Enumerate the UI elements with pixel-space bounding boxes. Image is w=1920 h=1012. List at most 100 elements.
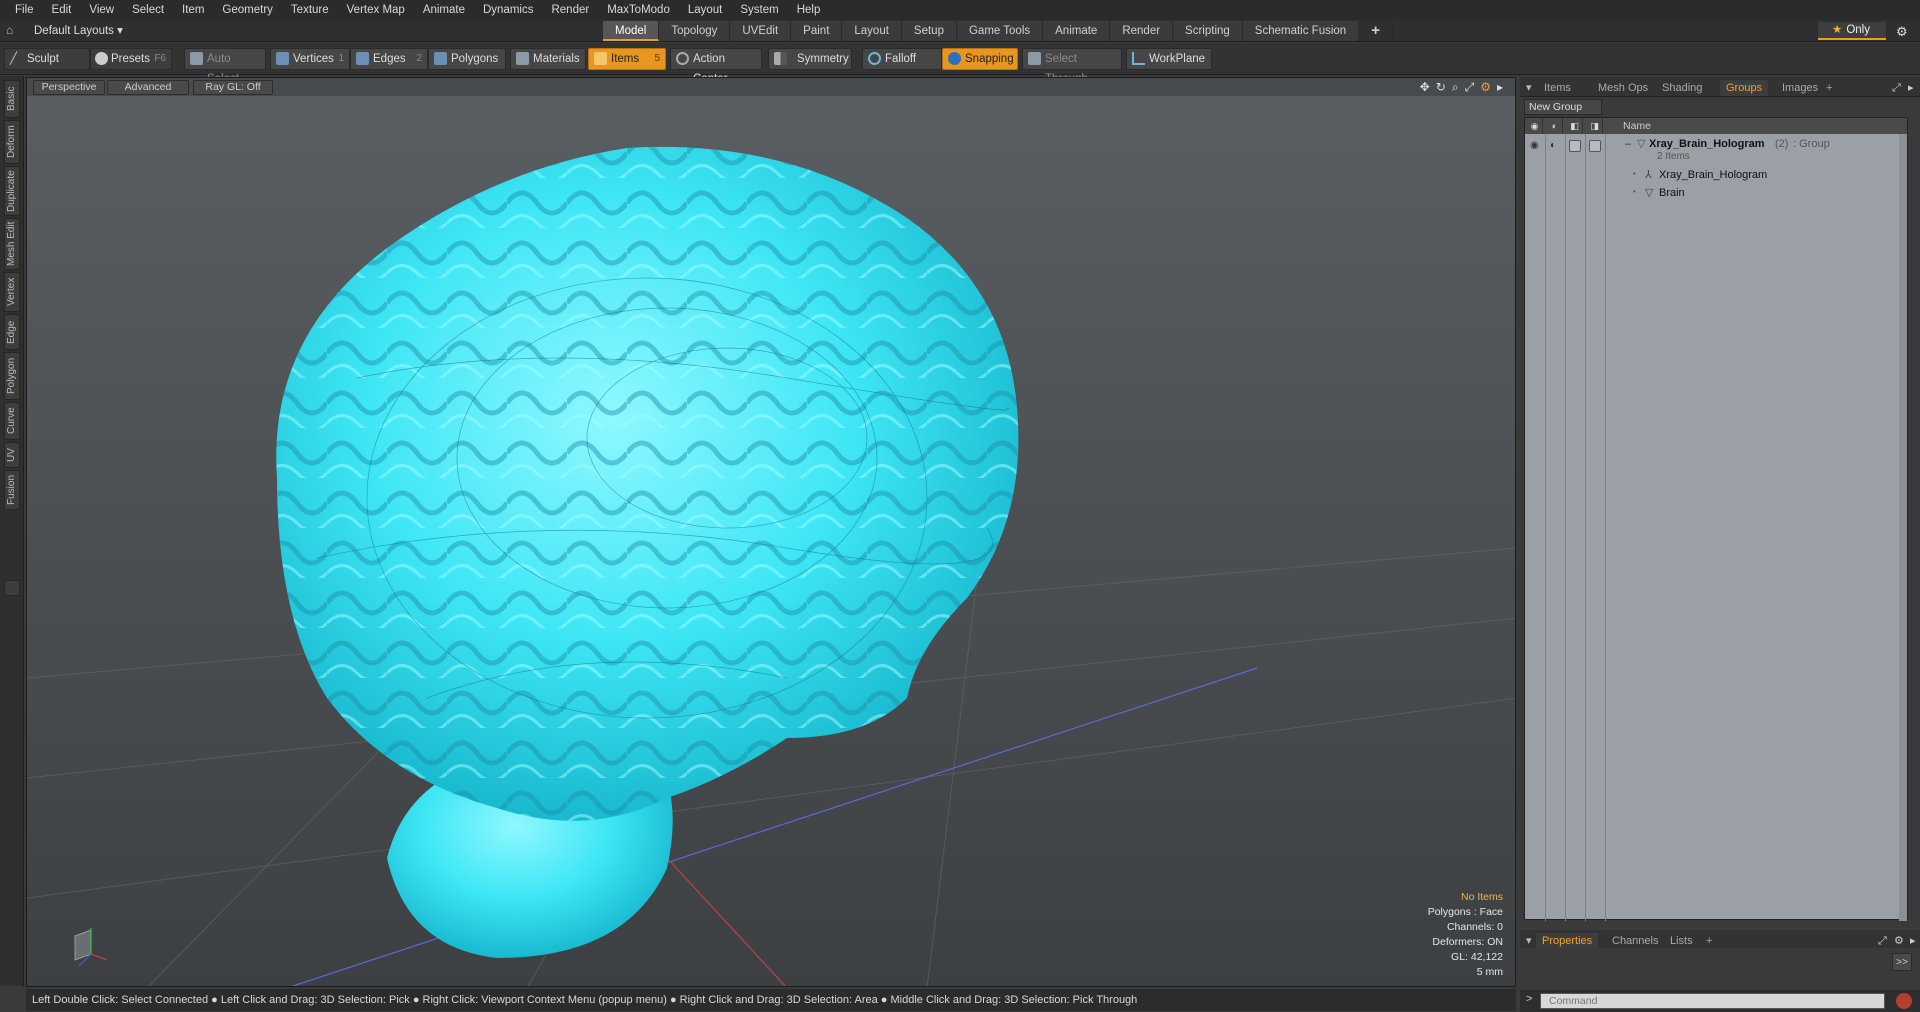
items-button[interactable]: Items 5 [588, 48, 666, 70]
layout-home-icon[interactable]: ⌂ [6, 23, 22, 39]
menu-edit[interactable]: Edit [43, 0, 81, 20]
tab-curve[interactable]: Curve [4, 402, 20, 440]
brain-model[interactable] [27, 78, 1516, 987]
tab-topology[interactable]: Topology [659, 21, 731, 41]
tab-render[interactable]: Render [1110, 21, 1174, 41]
lock-checkbox[interactable] [1569, 140, 1581, 152]
menu-vertex-map[interactable]: Vertex Map [338, 0, 414, 20]
tab-edge[interactable]: Edge [4, 314, 20, 350]
panel-arrow-icon[interactable]: ▸ [1908, 80, 1914, 96]
tab-animate[interactable]: Animate [1043, 21, 1111, 41]
group-row[interactable]: ◉ ◐ – ▽ Xray_Brain_Hologram (2) : Group … [1525, 136, 1907, 166]
menu-layout[interactable]: Layout [679, 0, 732, 20]
tab-fusion[interactable]: Fusion [4, 470, 20, 510]
snapping-button[interactable]: Snapping [942, 48, 1018, 70]
render-icon[interactable]: ◐ [1550, 140, 1556, 151]
tab-vertex[interactable]: Vertex [4, 272, 20, 312]
menu-view[interactable]: View [80, 0, 123, 20]
edges-button[interactable]: Edges 2 [350, 48, 428, 70]
viewport-settings-icon[interactable]: ⚙ [1480, 80, 1491, 95]
command-input[interactable] [1540, 993, 1885, 1009]
fit-icon[interactable]: ⤢ [1465, 80, 1475, 95]
menu-maxtomodo[interactable]: MaxToModo [598, 0, 679, 20]
zoom-icon[interactable]: ⌕ [1452, 80, 1459, 95]
only-toggle[interactable]: ★ Only [1818, 22, 1886, 40]
group-list-scrollbar[interactable] [1899, 134, 1907, 921]
viewport-expand-icon[interactable]: ▸ [1497, 80, 1503, 95]
raygl-toggle[interactable]: Ray GL: Off [193, 80, 273, 95]
add-properties-tab-icon[interactable]: + [1706, 933, 1712, 949]
select-checkbox[interactable] [1589, 140, 1601, 152]
tab-lists[interactable]: Lists [1670, 933, 1693, 949]
panel-expand-icon[interactable]: ⤢ [1892, 80, 1901, 96]
eye-icon[interactable]: ◉ [1530, 140, 1539, 151]
menu-render[interactable]: Render [542, 0, 598, 20]
tab-setup[interactable]: Setup [901, 21, 957, 41]
command-stop-icon[interactable] [1896, 993, 1912, 1009]
properties-gear-icon[interactable]: ⚙ [1894, 933, 1904, 949]
menu-dynamics[interactable]: Dynamics [474, 0, 542, 20]
name-column-header[interactable]: Name [1623, 118, 1651, 134]
action-center-button[interactable]: Action Center [670, 48, 762, 85]
tab-duplicate[interactable]: Duplicate [4, 166, 20, 216]
tab-model[interactable]: Model [603, 21, 660, 41]
tab-uvedit[interactable]: UVEdit [730, 21, 792, 41]
vertices-button[interactable]: Vertices 1 [270, 48, 350, 70]
panel-menu-icon[interactable]: ▾ [1526, 80, 1532, 96]
view-mode-dropdown[interactable]: Perspective [33, 80, 105, 95]
tab-polygon[interactable]: Polygon [4, 352, 20, 400]
properties-arrow-icon[interactable]: ▸ [1910, 933, 1916, 949]
menu-system[interactable]: System [731, 0, 787, 20]
tab-layout[interactable]: Layout [842, 21, 902, 41]
shading-dropdown[interactable]: Advanced [107, 80, 189, 95]
tab-groups[interactable]: Groups [1720, 80, 1769, 96]
group-child-row[interactable]: • ▽ Brain [1525, 186, 1907, 202]
tab-deform[interactable]: Deform [4, 120, 20, 164]
tab-shading[interactable]: Shading [1662, 80, 1702, 96]
workplane-icon [1132, 52, 1145, 65]
tab-mesh-ops[interactable]: Mesh Ops [1598, 80, 1648, 96]
group-child-row[interactable]: • ⅄ Xray_Brain_Hologram [1525, 168, 1907, 184]
menu-texture[interactable]: Texture [282, 0, 338, 20]
menu-geometry[interactable]: Geometry [213, 0, 282, 20]
tab-schematic-fusion[interactable]: Schematic Fusion [1242, 21, 1360, 41]
symmetry-button[interactable]: Symmetry [768, 48, 852, 70]
collapse-icon[interactable]: – [1625, 138, 1631, 150]
auto-select-button[interactable]: Auto Select [184, 48, 266, 85]
tab-game-tools[interactable]: Game Tools [956, 21, 1044, 41]
menu-animate[interactable]: Animate [414, 0, 474, 20]
tab-properties[interactable]: Properties [1536, 933, 1599, 949]
menu-help[interactable]: Help [788, 0, 830, 20]
tab-basic[interactable]: Basic [4, 80, 20, 118]
properties-expand-icon[interactable]: ⤢ [1878, 933, 1887, 949]
tab-images[interactable]: Images [1782, 80, 1818, 96]
default-layouts-dropdown[interactable]: Default Layouts ▾ [34, 23, 123, 37]
3d-viewport[interactable]: Perspective Advanced Ray GL: Off ✥ ↻ ⌕ ⤢… [26, 77, 1516, 987]
tab-mesh-edit[interactable]: Mesh Edit [4, 218, 20, 270]
select-through-button[interactable]: Select Through [1022, 48, 1122, 85]
tab-scripting[interactable]: Scripting [1173, 21, 1243, 41]
sculpt-button[interactable]: ╱ Sculpt [4, 48, 90, 70]
presets-button[interactable]: Presets F6 [90, 48, 172, 70]
falloff-button[interactable]: Falloff [862, 48, 942, 70]
add-tab-icon[interactable]: + [1359, 21, 1393, 41]
info-polygons: Polygons : Face [1427, 906, 1503, 918]
panel-toggle-icon[interactable] [4, 580, 20, 596]
tab-paint[interactable]: Paint [791, 21, 843, 41]
tab-channels[interactable]: Channels [1612, 933, 1658, 949]
menu-select[interactable]: Select [123, 0, 173, 20]
pan-icon[interactable]: ✥ [1420, 80, 1430, 95]
workplane-button[interactable]: WorkPlane [1126, 48, 1212, 70]
gear-icon[interactable]: ⚙ [1896, 24, 1908, 40]
menu-item[interactable]: Item [173, 0, 213, 20]
expand-button[interactable]: >> [1892, 953, 1912, 971]
tab-uv[interactable]: UV [4, 442, 20, 468]
menu-file[interactable]: File [6, 0, 43, 20]
polygons-button[interactable]: Polygons [428, 48, 506, 70]
materials-button[interactable]: Materials [510, 48, 586, 70]
rotate-icon[interactable]: ↻ [1436, 80, 1446, 95]
add-panel-tab-icon[interactable]: + [1826, 80, 1832, 96]
properties-menu-icon[interactable]: ▾ [1526, 933, 1532, 949]
tab-items[interactable]: Items [1544, 80, 1571, 96]
new-group-button[interactable]: New Group [1524, 99, 1602, 115]
